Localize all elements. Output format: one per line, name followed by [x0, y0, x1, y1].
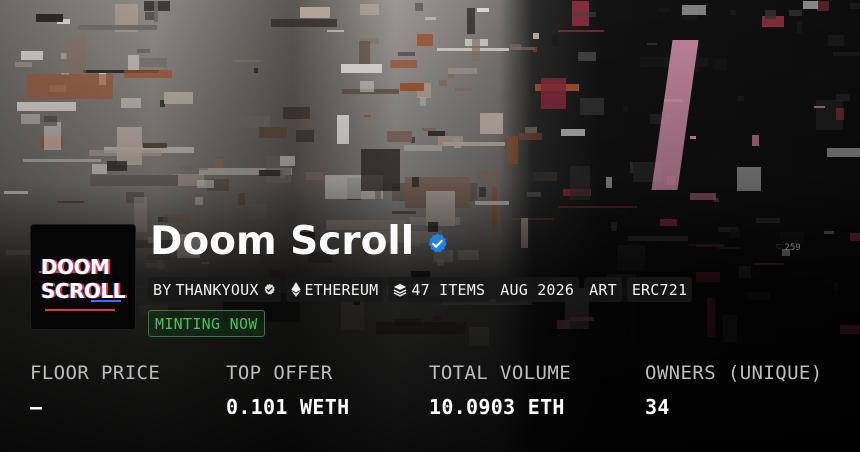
collection-title: Doom Scroll: [150, 219, 449, 264]
stat-total-volume: TOTAL VOLUME 10.0903 ETH: [429, 362, 571, 419]
minting-status-badge[interactable]: MINTING NOW: [148, 310, 265, 337]
stat-floor-price: FLOOR PRICE —: [30, 362, 160, 419]
layers-icon: [393, 283, 407, 297]
glitch-line: [45, 309, 115, 311]
chain-chip[interactable]: ETHEREUM: [285, 277, 384, 302]
stat-top-offer: TOP OFFER 0.101 WETH: [226, 362, 349, 419]
verified-badge-icon: [264, 283, 275, 295]
stat-value: —: [30, 395, 43, 419]
created-date: AUG 2026: [500, 280, 575, 299]
date-chip: AUG 2026: [495, 277, 580, 302]
stat-value: 10.0903 ETH: [429, 395, 565, 419]
collection-stats: FLOOR PRICE — TOP OFFER 0.101 WETH TOTAL…: [0, 362, 860, 432]
stat-owners: OWNERS (UNIQUE) 34: [645, 362, 823, 419]
chain-name: ETHEREUM: [304, 280, 379, 299]
minting-status-label: MINTING NOW: [155, 314, 258, 333]
stat-label: TOP OFFER: [226, 362, 333, 384]
heart-icon: ♡: [776, 243, 782, 253]
creator-prefix: BY: [153, 280, 172, 299]
banner-likes: ♡ 259: [776, 243, 801, 253]
standard-chip: ERC721: [626, 277, 693, 302]
ethereum-icon: [290, 282, 301, 297]
avatar-word-2: SCROLL: [41, 279, 125, 303]
creator-name: THANKYOUX: [175, 280, 259, 299]
items-count: 47 ITEMS: [411, 280, 486, 299]
stat-label: OWNERS (UNIQUE): [645, 362, 823, 384]
stat-label: TOTAL VOLUME: [429, 362, 572, 384]
category-label: ART: [589, 280, 617, 299]
stat-label: FLOOR PRICE: [30, 362, 161, 384]
items-chip: 47 ITEMS: [388, 277, 491, 302]
collection-avatar[interactable]: DOOM SCROLL: [30, 224, 136, 330]
token-standard: ERC721: [631, 280, 688, 299]
avatar-word-1: DOOM: [41, 255, 110, 279]
category-chip[interactable]: ART: [584, 277, 622, 302]
stat-value: 0.101 WETH: [226, 395, 350, 419]
collection-meta: BY THANKYOUX ETHEREUM 47 ITEMS AUG 2026 …: [148, 277, 693, 302]
stat-value: 34: [645, 395, 670, 419]
collection-name: Doom Scroll: [150, 219, 415, 264]
creator-chip[interactable]: BY THANKYOUX: [148, 277, 281, 302]
verified-badge-icon: [428, 233, 447, 253]
